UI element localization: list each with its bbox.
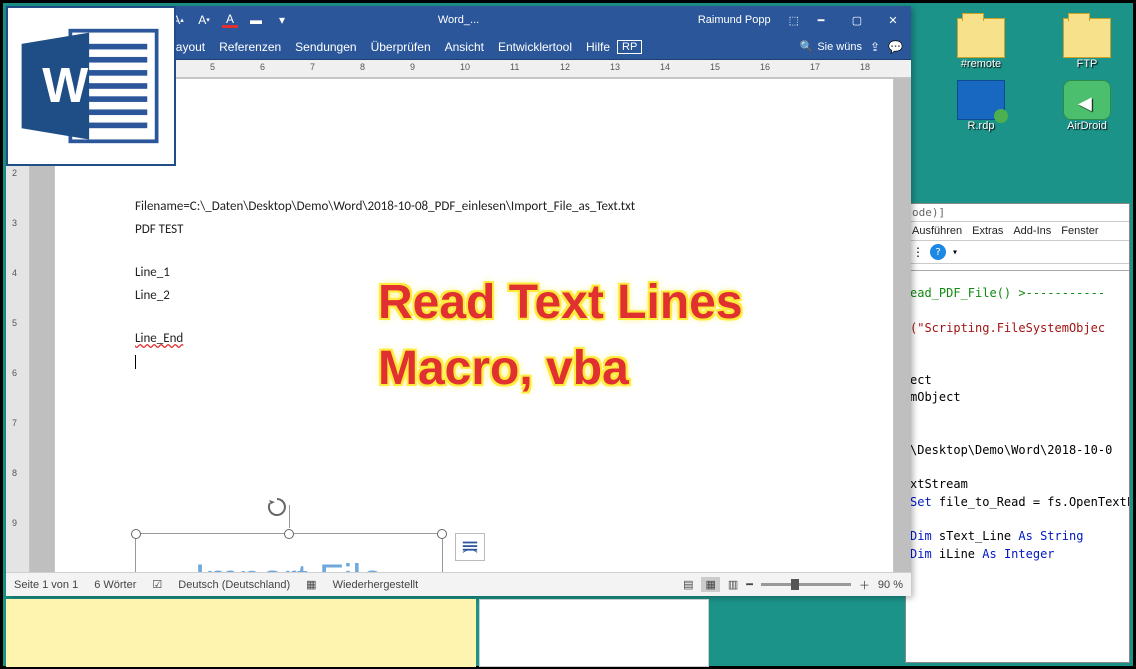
- desktop-label: AirDroid: [1067, 120, 1107, 132]
- vbe-title: ode)]: [906, 204, 1129, 222]
- desktop-label: #remote: [961, 58, 1001, 70]
- vbe-menu-window[interactable]: Fenster: [1061, 225, 1098, 237]
- ribbon-tab-rp[interactable]: RP: [617, 40, 642, 54]
- layout-options-button[interactable]: [455, 533, 485, 561]
- vba-editor-window[interactable]: ode)] Ausführen Extras Add-Ins Fenster ⋮…: [905, 203, 1130, 663]
- title-user-name[interactable]: Raimund Popp: [698, 14, 771, 26]
- status-spellcheck-icon[interactable]: ☑: [152, 578, 162, 591]
- doc-text-line: Filename=C:\_Daten\Desktop\Demo\Word\201…: [135, 199, 813, 214]
- ribbon-tab-developer[interactable]: Entwicklertool: [491, 34, 579, 60]
- vbe-help-icon[interactable]: ?: [930, 244, 946, 260]
- vbe-menu-extras[interactable]: Extras: [972, 225, 1003, 237]
- desktop-label: R.rdp: [968, 120, 995, 132]
- vbe-menu-run[interactable]: Ausführen: [912, 225, 962, 237]
- vbe-separator-icon: ⋮: [912, 245, 924, 259]
- window-minimize-button[interactable]: ━: [803, 6, 839, 34]
- desktop-folder-remote[interactable]: #remote: [945, 18, 1017, 70]
- search-icon: 🔍: [800, 40, 814, 53]
- resize-handle[interactable]: [437, 529, 447, 539]
- rotate-handle-icon[interactable]: [265, 495, 289, 519]
- vbe-menu-addins[interactable]: Add-Ins: [1013, 225, 1051, 237]
- resize-handle[interactable]: [284, 529, 294, 539]
- view-print-layout-icon[interactable]: ▦: [701, 577, 719, 592]
- zoom-level-label[interactable]: 90 %: [878, 579, 903, 591]
- word-app-icon: W: [6, 6, 176, 166]
- title-ribbon-options-icon[interactable]: ⬚: [789, 14, 799, 27]
- view-read-mode-icon[interactable]: ▤: [683, 578, 693, 591]
- status-autorecover[interactable]: Wiederhergestellt: [333, 579, 419, 591]
- ribbon-tab-references[interactable]: Referenzen: [212, 34, 288, 60]
- desktop-label: FTP: [1077, 58, 1098, 70]
- status-word-count[interactable]: 6 Wörter: [94, 579, 136, 591]
- desktop-folder-ftp[interactable]: FTP: [1051, 18, 1123, 70]
- resize-handle[interactable]: [131, 529, 141, 539]
- svg-text:W: W: [42, 59, 88, 113]
- ribbon-comments-icon[interactable]: 💬: [888, 40, 903, 54]
- status-macro-icon[interactable]: ▦: [306, 578, 316, 591]
- overlay-title-line2: Macro, vba: [378, 341, 629, 396]
- ribbon-tell-me-search[interactable]: 🔍 Sie wüns: [800, 40, 862, 53]
- ribbon-tab-mailings[interactable]: Sendungen: [288, 34, 363, 60]
- window-maximize-button[interactable]: ▢: [839, 6, 875, 34]
- desktop-shortcut-rdp[interactable]: R.rdp: [945, 80, 1017, 132]
- status-language[interactable]: Deutsch (Deutschland): [178, 579, 290, 591]
- ribbon-tab-view[interactable]: Ansicht: [438, 34, 491, 60]
- zoom-in-button[interactable]: ＋: [859, 577, 870, 593]
- background-document-fragment: [479, 599, 709, 667]
- ribbon-search-text: Sie wüns: [817, 41, 862, 53]
- textbox-shape[interactable]: Import File: [135, 533, 443, 572]
- ribbon-share-icon[interactable]: ⇪: [870, 40, 880, 54]
- desktop-shortcut-airdroid[interactable]: ◀ AirDroid: [1051, 80, 1123, 132]
- qat-format-paint-icon[interactable]: ▬: [248, 12, 264, 28]
- ribbon-tab-help[interactable]: Hilfe: [579, 34, 617, 60]
- status-bar: Seite 1 von 1 6 Wörter ☑ Deutsch (Deutsc…: [6, 572, 911, 596]
- qat-more-icon[interactable]: ▾: [274, 12, 290, 28]
- zoom-out-button[interactable]: ━: [746, 578, 753, 591]
- vbe-code-area[interactable]: ead_PDF_File() >----------- ("Scripting.…: [906, 277, 1129, 571]
- doc-text-line: PDF TEST: [135, 222, 813, 237]
- vbe-dropdown-icon[interactable]: ▾: [952, 247, 958, 258]
- overlay-title-line1: Read Text Lines: [378, 275, 743, 330]
- qat-font-small-icon[interactable]: A▾: [196, 12, 212, 28]
- title-doc-name: Word_...: [438, 14, 479, 26]
- sticky-note[interactable]: [6, 599, 476, 667]
- view-web-layout-icon[interactable]: ▥: [728, 578, 738, 591]
- qat-font-color-icon[interactable]: A: [222, 12, 238, 28]
- zoom-slider[interactable]: [761, 583, 851, 586]
- window-close-button[interactable]: ✕: [875, 6, 911, 34]
- status-page-count[interactable]: Seite 1 von 1: [14, 579, 78, 591]
- ribbon-tab-review[interactable]: Überprüfen: [364, 34, 438, 60]
- textbox-content: Import File: [195, 557, 384, 573]
